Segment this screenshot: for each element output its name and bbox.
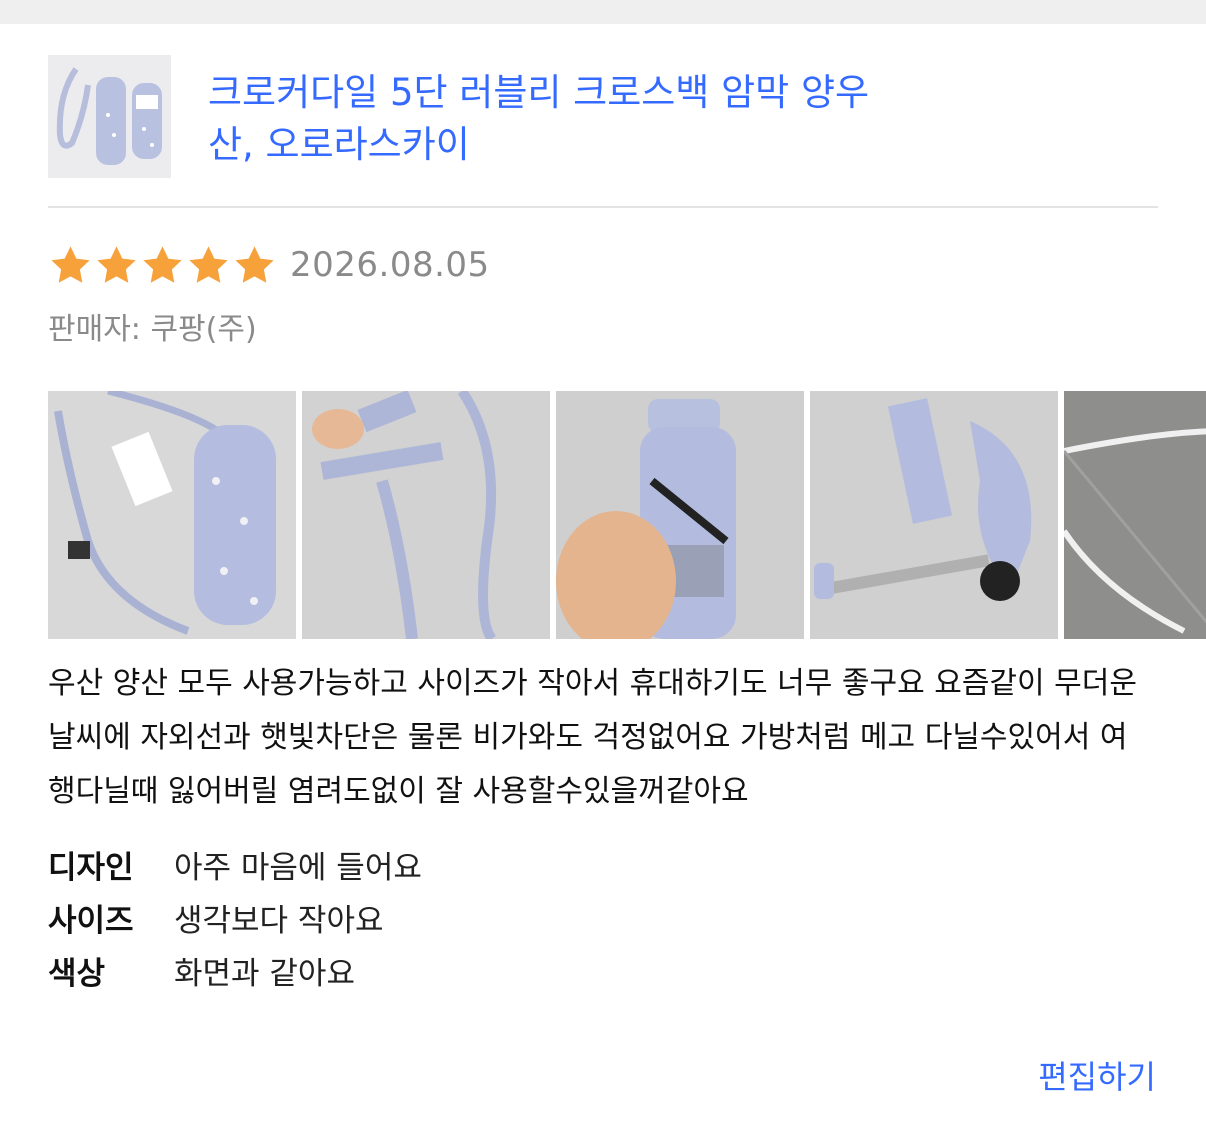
review-photo-strip[interactable] bbox=[48, 391, 1206, 639]
attribute-row: 사이즈 생각보다 작아요 bbox=[48, 891, 422, 944]
star-icon bbox=[189, 245, 228, 283]
product-thumbnail[interactable] bbox=[48, 55, 171, 178]
review-attributes: 디자인 아주 마음에 들어요 사이즈 생각보다 작아요 색상 화면과 같아요 bbox=[48, 838, 422, 997]
attribute-row: 디자인 아주 마음에 들어요 bbox=[48, 838, 422, 891]
attribute-key: 디자인 bbox=[48, 850, 134, 886]
review-photo-4[interactable] bbox=[810, 391, 1058, 639]
attribute-key: 색상 bbox=[48, 956, 106, 992]
review-date: 2026.08.05 bbox=[290, 245, 490, 285]
attribute-row: 색상 화면과 같아요 bbox=[48, 944, 422, 997]
attribute-value: 아주 마음에 들어요 bbox=[174, 850, 422, 886]
attribute-key: 사이즈 bbox=[48, 903, 134, 939]
review-photo-3[interactable] bbox=[556, 391, 804, 639]
product-title[interactable]: 크로커다일 5단 러블리 크로스백 암막 양우산, 오로라스카이 bbox=[208, 67, 908, 171]
seller-label: 판매자: 쿠팡(주) bbox=[48, 312, 257, 347]
divider bbox=[48, 206, 1158, 208]
star-icon bbox=[143, 245, 182, 283]
review-photo-2[interactable] bbox=[302, 391, 550, 639]
attribute-value: 생각보다 작아요 bbox=[174, 903, 384, 939]
rating-row: 2026.08.05 bbox=[48, 240, 490, 290]
star-rating bbox=[48, 243, 278, 288]
star-icon bbox=[51, 245, 90, 283]
review-photo-5[interactable] bbox=[1064, 391, 1206, 639]
top-bar bbox=[0, 0, 1206, 24]
product-header[interactable]: 크로커다일 5단 러블리 크로스백 암막 양우산, 오로라스카이 bbox=[48, 55, 1158, 179]
star-icon bbox=[235, 245, 274, 283]
review-body: 우산 양산 모두 사용가능하고 사이즈가 작아서 휴대하기도 너무 좋구요 요즘… bbox=[48, 666, 1137, 809]
star-icon bbox=[97, 245, 136, 283]
attribute-value: 화면과 같아요 bbox=[174, 956, 355, 992]
edit-review-link[interactable]: 편집하기 bbox=[1038, 1052, 1156, 1098]
review-photo-1[interactable] bbox=[48, 391, 296, 639]
